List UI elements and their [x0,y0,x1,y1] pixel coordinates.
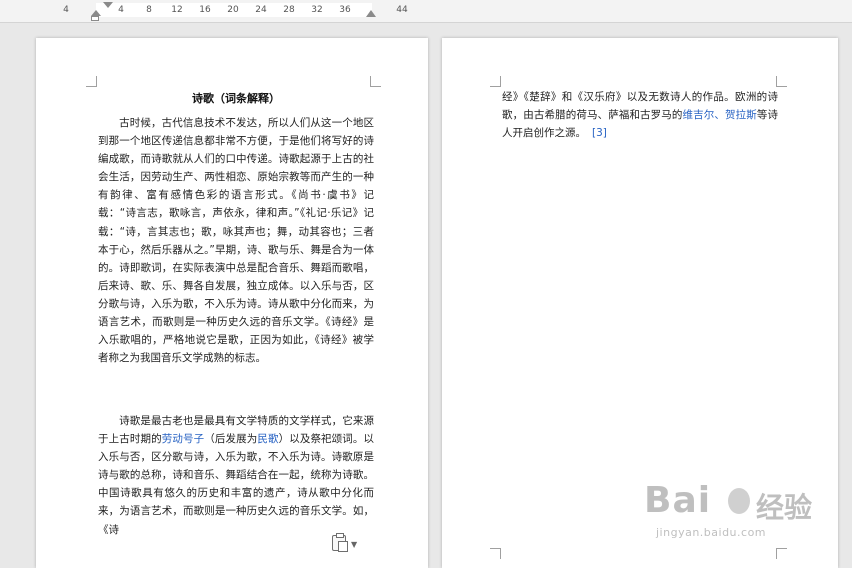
paw-icon [728,488,750,514]
ruler-tick-label: 28 [283,5,295,15]
ruler-tick-label: 8 [146,5,152,15]
body-paragraph-3[interactable]: 经》《楚辞》和《汉乐府》以及无数诗人的作品。欧洲的诗歌，由古希腊的荷马、萨福和古… [502,88,778,142]
ruler-tick-label: 32 [311,5,323,15]
ruler-tick-label: 20 [227,5,239,15]
link-folk-song[interactable]: 民歌 [257,433,278,445]
left-indent-marker[interactable] [91,16,99,21]
margin-corner-mark [776,76,787,87]
link-virgil[interactable]: 维吉尔 [683,109,715,121]
watermark-logo-text: 经验 [756,491,813,524]
margin-corner-mark [490,548,501,559]
link-horace[interactable]: 贺拉斯 [725,109,757,121]
first-line-indent-marker[interactable] [103,2,113,8]
ruler-tick-label: 24 [255,5,267,15]
horizontal-ruler[interactable]: 4 4 8 12 16 20 24 28 32 36 44 [0,0,852,23]
ruler-tick-label: 36 [339,5,351,15]
baidu-jingyan-watermark: Bai 经验 jingyan.baidu.com [636,480,836,556]
margin-corner-mark [490,76,501,87]
right-indent-marker[interactable] [366,10,376,17]
watermark-url: jingyan.baidu.com [656,526,767,539]
body-paragraph-2[interactable]: 诗歌是最古老也是最具有文学特质的文学样式，它来源于上古时期的劳动号子（后发展为民… [98,412,374,539]
chevron-down-icon[interactable]: ▼ [351,540,357,549]
body-paragraph-1[interactable]: 古时候，古代信息技术不发达，所以人们从这一个地区到那一个地区传递信息都非常不方便… [98,114,374,367]
paragraph-text: （后发展为 [204,433,258,446]
ruler-tick-label: 16 [199,5,211,15]
ruler-tick-label: 44 [396,5,408,15]
ruler-tick-label: 12 [171,5,183,15]
document-title[interactable]: 诗歌（词条解释） [98,90,374,106]
margin-corner-mark [370,76,381,87]
paragraph-text: 古时候，古代信息技术不发达，所以人们从这一个地区到那一个地区传递信息都非常不方便… [98,117,374,365]
paste-options-icon[interactable] [332,533,348,552]
citation-reference[interactable]: [3] [592,127,607,139]
document-page-1[interactable]: 诗歌（词条解释） 古时候，古代信息技术不发达，所以人们从这一个地区到那一个地区传… [36,38,428,568]
paragraph-text: ）以及祭祀颂词。以入乐与否，区分歌与诗，入乐为歌，不入乐为诗。诗歌原是诗与歌的总… [98,433,375,536]
watermark-logo: Bai [644,480,712,521]
link-labor-chant[interactable]: 劳动号子 [162,433,204,445]
ruler-tick-label: 4 [118,5,124,15]
link-separator: 、 [714,109,726,122]
ruler-tick-label: 4 [63,5,69,15]
margin-corner-mark [86,76,97,87]
